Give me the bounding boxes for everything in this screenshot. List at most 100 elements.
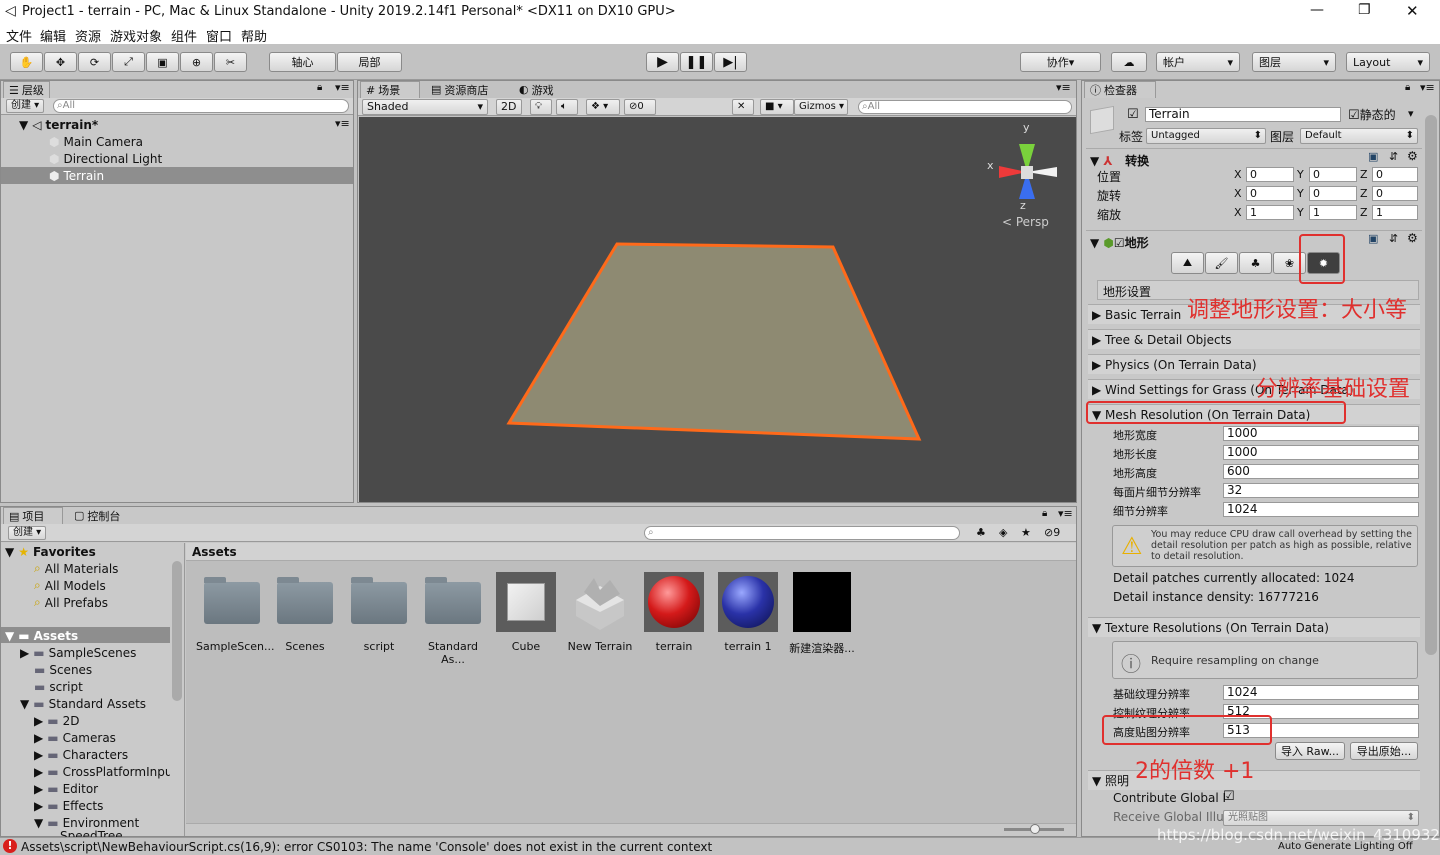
section-texture-resolutions[interactable]: ▼ Texture Resolutions (On Terrain Data) bbox=[1088, 617, 1420, 637]
transform-tool-icon[interactable]: ⊕ bbox=[180, 52, 213, 72]
rect-tool-icon[interactable]: ▣ bbox=[146, 52, 179, 72]
panel-menu-icon[interactable]: ▾≡ bbox=[1058, 507, 1073, 520]
favorites-item[interactable]: ▼ ★ Favorites bbox=[5, 543, 96, 560]
asset-samplescenes[interactable]: SampleScen... bbox=[196, 572, 275, 653]
terrain-length-field[interactable]: 1000 bbox=[1223, 445, 1419, 460]
pivot-button[interactable]: 轴心 bbox=[269, 52, 336, 72]
tab-project[interactable]: ▤ 项目 bbox=[3, 507, 63, 524]
active-checkbox[interactable]: ☑ bbox=[1127, 107, 1139, 122]
raise-terrain-tool-icon[interactable]: ⛰ bbox=[1171, 252, 1204, 274]
menu-file[interactable]: 文件 bbox=[6, 26, 32, 45]
help-icon[interactable]: ▣ bbox=[1368, 150, 1378, 163]
hierarchy-item-directional-light[interactable]: ⬢ Directional Light bbox=[49, 150, 162, 167]
folder-editor[interactable]: ▶ ▬ Editor bbox=[34, 780, 98, 797]
gear-icon[interactable]: ⚙ bbox=[1407, 231, 1418, 245]
position-z-field[interactable]: 0 bbox=[1372, 167, 1418, 182]
tab-hierarchy[interactable]: ☰ 层级 bbox=[3, 81, 50, 98]
panel-menu-icon[interactable]: ▾≡ bbox=[1056, 81, 1071, 94]
rotate-tool-icon[interactable]: ⟳ bbox=[78, 52, 111, 72]
help-icon[interactable]: ▣ bbox=[1368, 232, 1378, 245]
lighting-toggle-icon[interactable]: 💡︎ bbox=[530, 99, 552, 115]
zoom-slider-thumb[interactable] bbox=[1030, 824, 1040, 834]
camera-dropdown-icon[interactable]: ■ ▾ bbox=[760, 99, 794, 115]
layer-dropdown[interactable]: Default ⬍ bbox=[1300, 128, 1418, 144]
folder-speedtree[interactable]: SpeedTree bbox=[60, 829, 123, 837]
panel-menu-icon[interactable]: ▾≡ bbox=[1420, 81, 1435, 94]
tools-toggle-icon[interactable]: ✕ bbox=[732, 99, 754, 115]
hidden-objects-toggle[interactable]: ⊘0 bbox=[624, 99, 656, 115]
asset-terrain1-material[interactable]: terrain 1 bbox=[712, 572, 784, 653]
position-x-field[interactable]: 0 bbox=[1246, 167, 1294, 182]
receive-gi-dropdown[interactable]: 光照贴图 ⬍ bbox=[1223, 810, 1419, 826]
local-button[interactable]: 局部 bbox=[337, 52, 402, 72]
folder-cameras[interactable]: ▶ ▬ Cameras bbox=[34, 729, 116, 746]
layers-dropdown[interactable]: 图层 ▾ bbox=[1252, 52, 1336, 72]
asset-breadcrumb[interactable]: Assets bbox=[192, 545, 237, 559]
tag-dropdown[interactable]: Untagged ⬍ bbox=[1146, 128, 1266, 144]
scrollbar[interactable] bbox=[1425, 115, 1437, 655]
audio-toggle-icon[interactable]: 🔈︎ bbox=[556, 99, 578, 115]
folder-characters[interactable]: ▶ ▬ Characters bbox=[34, 746, 128, 763]
projection-label[interactable]: < Persp bbox=[1002, 215, 1049, 229]
paint-tool-icon[interactable]: 🖌︎ bbox=[1205, 252, 1238, 274]
scene-viewport[interactable]: y x z < Persp bbox=[359, 117, 1076, 502]
favorite-star-icon[interactable]: ★ bbox=[1021, 526, 1031, 539]
tree-tool-icon[interactable]: ♣ bbox=[1239, 252, 1272, 274]
pause-button[interactable]: ❚❚ bbox=[680, 52, 713, 72]
scene-search-input[interactable]: ⌕All bbox=[858, 100, 1072, 114]
asset-new-terrain[interactable]: New Terrain bbox=[564, 572, 636, 653]
layout-dropdown[interactable]: Layout ▾ bbox=[1346, 52, 1430, 72]
rotation-x-field[interactable]: 0 bbox=[1246, 186, 1294, 201]
step-button[interactable]: ▶| bbox=[714, 52, 747, 72]
object-name-field[interactable]: Terrain bbox=[1145, 107, 1341, 122]
effects-toggle-icon[interactable]: ❖ ▾ bbox=[586, 99, 620, 115]
folder-standard-assets[interactable]: ▼ ▬ Standard Assets bbox=[20, 695, 146, 712]
folder-scenes[interactable]: ▬ Scenes bbox=[34, 661, 92, 678]
maximize-button[interactable]: ❐ bbox=[1358, 2, 1371, 18]
preset-icon[interactable]: ⇵ bbox=[1389, 150, 1398, 163]
hand-tool-icon[interactable]: ✋ bbox=[10, 52, 43, 72]
scene-root-item[interactable]: ▼ ◁ terrain* bbox=[19, 116, 98, 133]
project-search-input[interactable]: ⌕ bbox=[644, 526, 960, 540]
contribute-gi-checkbox[interactable]: ☑ bbox=[1223, 789, 1235, 804]
shading-dropdown[interactable]: Shaded ▾ bbox=[362, 99, 488, 115]
asset-render-texture[interactable]: 新建渲染器... bbox=[786, 572, 858, 656]
hierarchy-item-main-camera[interactable]: ⬢ Main Camera bbox=[49, 133, 143, 150]
menu-edit[interactable]: 编辑 bbox=[40, 26, 66, 45]
folder-2d[interactable]: ▶ ▬ 2D bbox=[34, 712, 79, 729]
sidebar-scrollbar[interactable] bbox=[172, 561, 182, 701]
tab-scene[interactable]: # 场景 bbox=[360, 81, 420, 98]
toggle-2d-button[interactable]: 2D bbox=[496, 99, 522, 115]
terrain-height-field[interactable]: 600 bbox=[1223, 464, 1419, 479]
rotation-y-field[interactable]: 0 bbox=[1309, 186, 1357, 201]
gizmos-dropdown[interactable]: Gizmos ▾ bbox=[794, 99, 848, 115]
asset-script[interactable]: script bbox=[343, 572, 415, 653]
detail-per-patch-field[interactable]: 32 bbox=[1223, 483, 1419, 498]
close-button[interactable]: ✕ bbox=[1406, 2, 1419, 20]
static-checkbox[interactable]: ☑静态的 bbox=[1348, 106, 1396, 123]
play-button[interactable]: ▶ bbox=[646, 52, 679, 72]
terrain-width-field[interactable]: 1000 bbox=[1223, 426, 1419, 441]
base-texture-resolution-field[interactable]: 1024 bbox=[1223, 685, 1419, 700]
hierarchy-create-dropdown[interactable]: 创建 ▾ bbox=[6, 99, 44, 113]
minimize-button[interactable]: — bbox=[1310, 2, 1324, 18]
folder-samplescenes[interactable]: ▶ ▬ SampleScenes bbox=[20, 644, 136, 661]
status-error-text[interactable]: Assets\script\NewBehaviourScript.cs(16,9… bbox=[21, 840, 712, 854]
position-y-field[interactable]: 0 bbox=[1309, 167, 1357, 182]
filter-type-icon[interactable]: ♣ bbox=[976, 526, 986, 539]
favorite-all-models[interactable]: ⌕ All Models bbox=[34, 577, 106, 594]
asset-terrain-material[interactable]: terrain bbox=[638, 572, 710, 653]
rotation-z-field[interactable]: 0 bbox=[1372, 186, 1418, 201]
menu-help[interactable]: 帮助 bbox=[241, 26, 267, 45]
project-create-dropdown[interactable]: 创建 ▾ bbox=[8, 526, 46, 540]
move-tool-icon[interactable]: ✥ bbox=[44, 52, 77, 72]
cloud-button[interactable]: ☁ bbox=[1111, 52, 1147, 72]
hierarchy-search-input[interactable]: ⌕All bbox=[53, 99, 349, 113]
menu-gameobject[interactable]: 游戏对象 bbox=[110, 26, 162, 45]
tab-game[interactable]: ◐ 游戏 bbox=[514, 81, 559, 98]
folder-script[interactable]: ▬ script bbox=[34, 678, 83, 695]
folder-effects[interactable]: ▶ ▬ Effects bbox=[34, 797, 103, 814]
hierarchy-item-terrain[interactable]: ⬢ Terrain bbox=[49, 167, 104, 184]
assets-root-item[interactable]: ▼ ▬ Assets bbox=[5, 627, 78, 644]
panel-menu-icon[interactable]: ▾≡ bbox=[335, 81, 350, 94]
